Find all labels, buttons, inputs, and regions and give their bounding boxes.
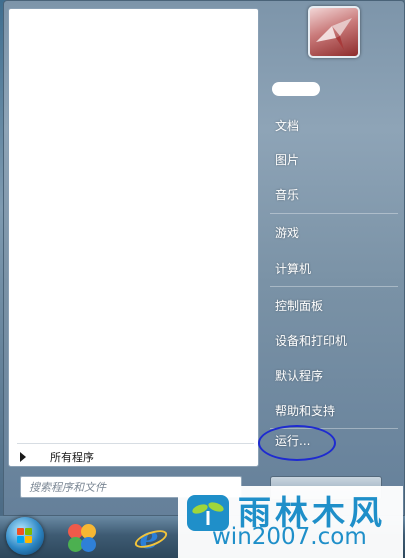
menu-item-control-panel[interactable]: 控制面板 xyxy=(268,291,398,319)
menu-item-devices-printers[interactable]: 设备和打印机 xyxy=(268,326,398,354)
annotation-circle xyxy=(258,425,336,461)
menu-item-label: 默认程序 xyxy=(275,368,324,383)
menu-item-label: 帮助和支持 xyxy=(275,403,336,418)
menu-item-default-programs[interactable]: 默认程序 xyxy=(268,361,398,389)
menu-separator xyxy=(270,286,398,287)
menu-item-games[interactable]: 游戏 xyxy=(268,218,398,246)
menu-item-computer[interactable]: 计算机 xyxy=(268,254,398,282)
paper-crane-icon xyxy=(316,18,352,50)
user-name-redacted xyxy=(272,82,320,96)
menu-item-label: 文档 xyxy=(275,118,300,133)
menu-item-help-support[interactable]: 帮助和支持 xyxy=(268,396,398,424)
all-programs-label: 所有程序 xyxy=(50,451,94,464)
menu-item-documents[interactable]: 文档 xyxy=(268,111,398,139)
menu-item-label: 计算机 xyxy=(275,261,312,276)
menu-item-label: 音乐 xyxy=(275,187,300,202)
menu-item-music[interactable]: 音乐 xyxy=(268,180,398,208)
app-icon[interactable] xyxy=(66,522,98,554)
menu-item-label: 控制面板 xyxy=(275,298,324,313)
menu-item-label: 设备和打印机 xyxy=(275,333,348,348)
menu-item-label: 游戏 xyxy=(275,225,300,240)
programs-pane: 所有程序 xyxy=(8,8,259,467)
all-programs-item[interactable]: 所有程序 xyxy=(17,443,254,470)
watermark-site: win2007.com xyxy=(212,524,367,550)
menu-item-pictures[interactable]: 图片 xyxy=(268,145,398,173)
menu-item-label: 图片 xyxy=(275,152,300,167)
menu-separator xyxy=(270,213,398,214)
user-avatar[interactable] xyxy=(308,6,360,58)
windows-logo-icon xyxy=(17,528,33,544)
internet-explorer-icon[interactable]: e xyxy=(132,521,166,556)
arrow-right-icon xyxy=(20,452,26,462)
